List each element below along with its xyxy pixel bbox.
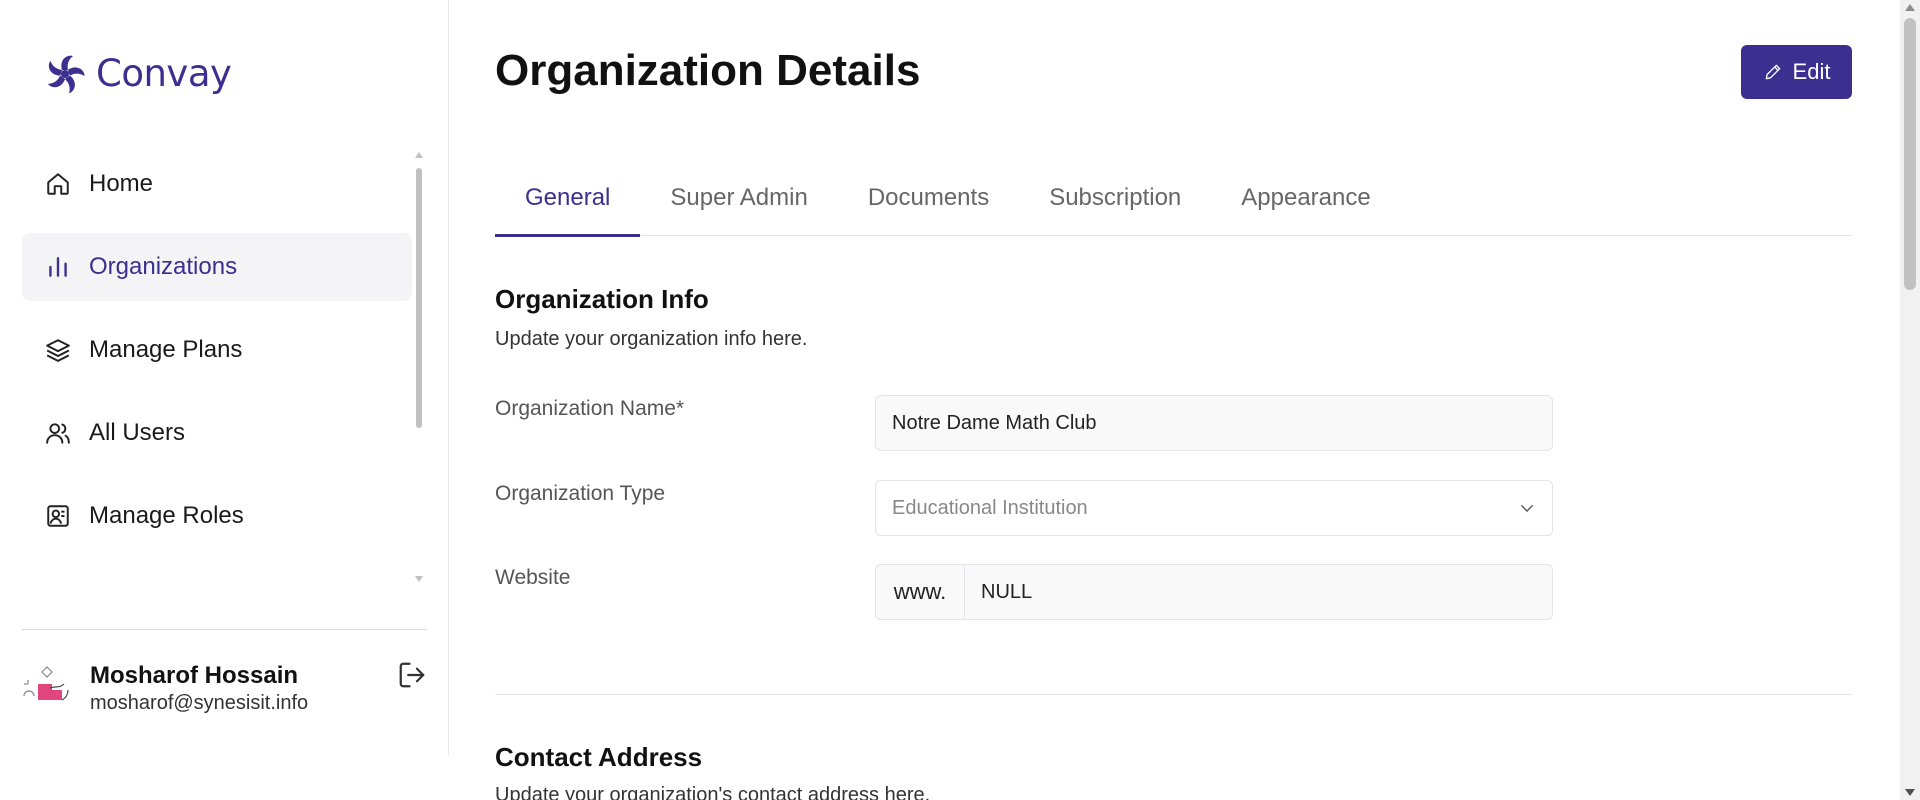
sidebar-item-label: Organizations xyxy=(89,253,238,280)
page-scrollbar[interactable] xyxy=(1900,0,1920,800)
website-label: Website xyxy=(495,566,571,589)
website-prefix: www. xyxy=(876,565,965,619)
tab-general[interactable]: General xyxy=(495,160,641,237)
section-subtitle-contact-address: Update your organization's contact addre… xyxy=(495,784,931,800)
logout-icon[interactable] xyxy=(397,660,427,690)
tab-documents[interactable]: Documents xyxy=(838,160,1019,236)
sidebar-item-manage-plans[interactable]: Manage Plans xyxy=(22,316,412,384)
website-field[interactable]: www. NULL xyxy=(875,564,1553,620)
sidebar-item-organizations[interactable]: Organizations xyxy=(22,233,412,301)
scroll-down-icon[interactable] xyxy=(1905,789,1915,796)
role-badge-icon xyxy=(44,502,72,530)
scroll-up-icon[interactable] xyxy=(415,152,423,158)
tab-super-admin[interactable]: Super Admin xyxy=(640,160,837,236)
scrollbar-thumb[interactable] xyxy=(1904,18,1916,290)
tab-appearance[interactable]: Appearance xyxy=(1211,160,1400,236)
edit-button[interactable]: Edit xyxy=(1741,45,1852,99)
organization-type-label: Organization Type xyxy=(495,482,666,505)
section-subtitle-organization-info: Update your organization info here. xyxy=(495,328,808,350)
organization-name-value: Notre Dame Math Club xyxy=(892,411,1097,434)
chevron-down-icon xyxy=(1521,505,1533,512)
user-email: mosharof@synesisit.info xyxy=(90,692,309,714)
sidebar-item-label: Home xyxy=(89,170,154,197)
sidebar-scrollbar[interactable] xyxy=(414,152,424,582)
sidebar-item-label: Manage Roles xyxy=(89,502,244,529)
organization-type-select[interactable]: Educational Institution xyxy=(875,480,1553,536)
scroll-down-icon[interactable] xyxy=(415,576,423,582)
pencil-icon xyxy=(1765,64,1780,80)
sidebar-item-label: Manage Plans xyxy=(89,336,243,363)
sidebar-item-home[interactable]: Home xyxy=(22,150,412,218)
app-logo[interactable]: Convay xyxy=(44,52,232,95)
edit-button-label: Edit xyxy=(1792,59,1831,84)
sidebar-nav: Home Organizations Manage Plans All User… xyxy=(22,150,412,565)
sidebar-item-label: All Users xyxy=(89,419,186,446)
sidebar-item-all-users[interactable]: All Users xyxy=(22,399,412,467)
bar-chart-icon xyxy=(44,253,72,281)
organization-name-label: Organization Name* xyxy=(495,397,685,420)
convay-logo-icon xyxy=(47,55,85,93)
scrollbar-thumb[interactable] xyxy=(416,168,422,428)
sidebar: Convay Home Organizations Manage Plans A… xyxy=(0,0,449,755)
users-icon xyxy=(44,419,72,447)
section-title-organization-info: Organization Info xyxy=(495,284,709,314)
main-content: Organization Details Edit General Super … xyxy=(495,0,1852,800)
organization-name-field[interactable]: Notre Dame Math Club xyxy=(875,395,1553,451)
app-name: Convay xyxy=(96,52,232,95)
sidebar-item-manage-roles[interactable]: Manage Roles xyxy=(22,482,412,550)
scroll-up-icon[interactable] xyxy=(1905,4,1915,11)
avatar[interactable] xyxy=(22,666,78,716)
tab-subscription[interactable]: Subscription xyxy=(1019,160,1211,236)
section-title-contact-address: Contact Address xyxy=(495,742,703,772)
organization-type-value: Educational Institution xyxy=(892,496,1088,519)
page-title: Organization Details xyxy=(495,46,921,95)
layers-icon xyxy=(44,336,72,364)
user-profile: Mosharof Hossain mosharof@synesisit.info xyxy=(22,629,427,729)
home-icon xyxy=(44,170,72,198)
tab-bar: General Super Admin Documents Subscripti… xyxy=(495,160,1852,237)
website-value: NULL xyxy=(981,580,1033,603)
user-name: Mosharof Hossain xyxy=(90,662,299,689)
section-divider xyxy=(495,694,1852,695)
